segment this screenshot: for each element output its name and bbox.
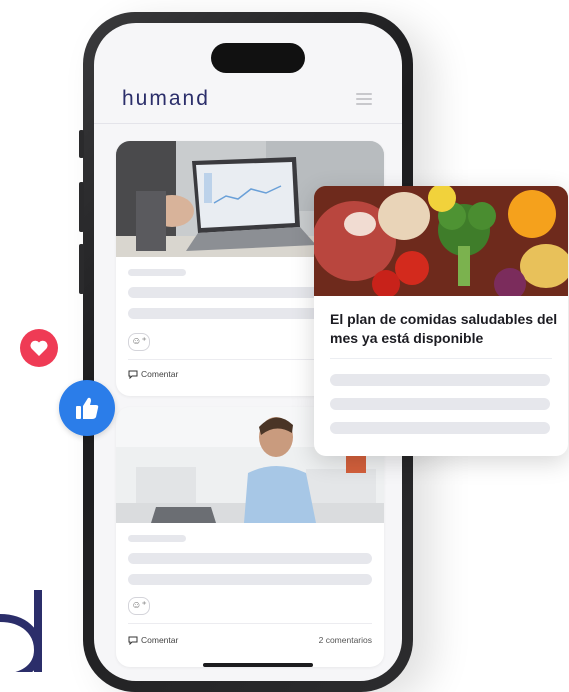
heart-reaction-badge — [20, 329, 58, 367]
brand-logo-fragment — [0, 590, 43, 672]
featured-image-food — [314, 186, 568, 296]
featured-post-title: El plan de comidas saludables del mes ya… — [330, 311, 558, 346]
featured-post-card[interactable]: El plan de comidas saludables del mes ya… — [314, 186, 568, 456]
comments-count[interactable]: 2 comentarios — [319, 635, 372, 645]
app-header: humand — [94, 83, 402, 124]
app-logo: humand — [122, 87, 210, 110]
comment-button[interactable]: Comentar — [128, 369, 178, 380]
add-reaction-button[interactable]: ☺⁺ — [128, 597, 150, 615]
like-reaction-badge — [59, 380, 115, 436]
heart-icon — [30, 340, 48, 356]
home-indicator — [203, 663, 313, 667]
add-reaction-button[interactable]: ☺⁺ — [128, 333, 150, 351]
comment-icon — [128, 636, 138, 646]
dynamic-island — [211, 43, 305, 73]
hamburger-menu-icon[interactable] — [356, 93, 372, 105]
comment-icon — [128, 370, 138, 380]
thumbs-up-icon — [76, 397, 99, 419]
comment-button[interactable]: Comentar — [128, 635, 178, 646]
